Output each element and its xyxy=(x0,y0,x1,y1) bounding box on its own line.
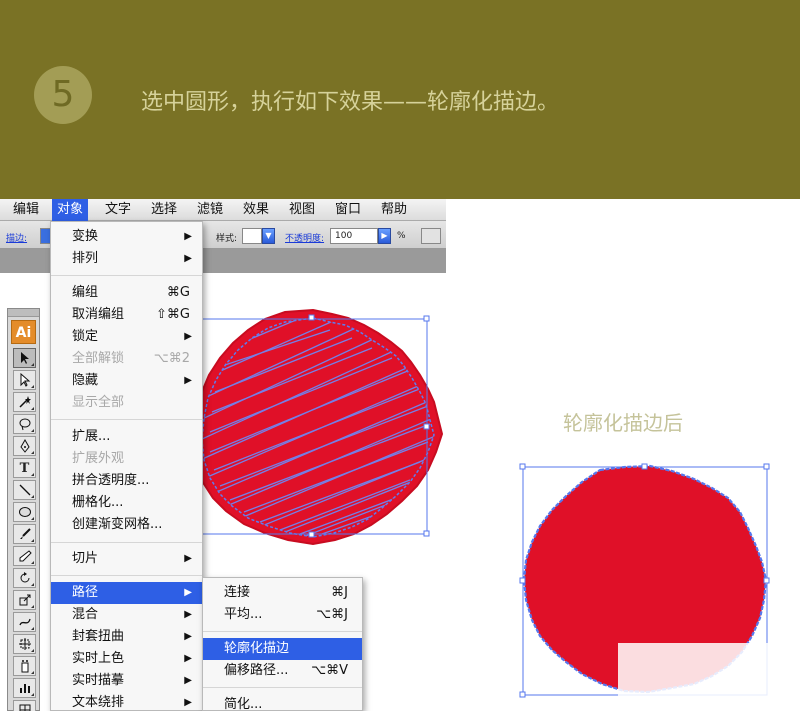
submenu-arrow-icon: ▶ xyxy=(184,375,192,386)
submenu-arrow-icon: ▶ xyxy=(184,631,192,642)
menu-item-show-all: 显示全部 xyxy=(72,395,125,410)
submenu-arrow-icon: ▶ xyxy=(184,253,192,264)
after-outline-label: 轮廓化描边后 xyxy=(563,411,683,435)
mesh-tool-icon[interactable] xyxy=(13,700,36,711)
menu-item-hide[interactable]: 隐藏 xyxy=(51,370,202,392)
before-shape[interactable] xyxy=(192,308,444,546)
menu-separator xyxy=(51,575,202,576)
shortcut-label: ⌥⌘V xyxy=(311,663,348,678)
shortcut-label: ⌥⌘J xyxy=(316,607,348,622)
type-tool-icon[interactable]: T xyxy=(13,458,36,478)
pen-tool-icon[interactable] xyxy=(13,436,36,456)
menu-item-rasterize[interactable]: 栅格化... xyxy=(51,492,202,514)
paintbrush-icon[interactable] xyxy=(13,524,36,544)
symbol-sprayer-icon[interactable] xyxy=(13,656,36,676)
menu-item-envelope-distort[interactable]: 封套扭曲 xyxy=(51,626,202,648)
object-menu: 变换 ▶ 排列 ▶ 编组 ⌘G 取消编组 ⇧⌘G 锁定 ▶ 全部解锁 ⌥⌘2 隐… xyxy=(50,221,203,711)
shortcut-label: ⌘J xyxy=(331,585,348,600)
tools-palette: Ai T xyxy=(7,308,40,711)
menu-item-path[interactable]: 路径 xyxy=(51,582,202,604)
menu-item-live-paint[interactable]: 实时上色 xyxy=(51,648,202,670)
menu-item-flatten-transparency[interactable]: 拼合透明度... xyxy=(51,470,202,492)
graph-tool-icon[interactable] xyxy=(13,678,36,698)
menu-item-expand-appearance: 扩展外观 xyxy=(72,451,125,466)
menu-separator xyxy=(51,542,202,543)
menu-item-slice[interactable]: 切片 xyxy=(51,548,202,570)
path-submenu: 连接 ⌘J 平均... ⌥⌘J 轮廓化描边 偏移路径... ⌥⌘V 简化... xyxy=(202,577,363,711)
menu-separator xyxy=(51,275,202,276)
submenu-arrow-icon: ▶ xyxy=(184,587,192,598)
menu-item-transform[interactable]: 变换 xyxy=(51,226,202,248)
submenu-item-simplify[interactable]: 简化... xyxy=(203,694,362,711)
submenu-arrow-icon: ▶ xyxy=(184,653,192,664)
palette-grip[interactable] xyxy=(8,309,39,317)
submenu-arrow-icon: ▶ xyxy=(184,675,192,686)
shortcut-label: ⇧⌘G xyxy=(156,307,190,322)
submenu-arrow-icon: ▶ xyxy=(184,331,192,342)
pencil-icon[interactable] xyxy=(13,546,36,566)
submenu-arrow-icon: ▶ xyxy=(184,609,192,620)
submenu-arrow-icon: ▶ xyxy=(184,697,192,708)
menu-item-create-gradient-mesh[interactable]: 创建渐变网格... xyxy=(51,514,202,536)
scale-tool-icon[interactable] xyxy=(13,590,36,610)
watermark-overlay xyxy=(618,643,800,711)
menu-separator xyxy=(51,419,202,420)
submenu-item-outline-stroke[interactable]: 轮廓化描边 xyxy=(203,638,362,660)
free-transform-icon[interactable] xyxy=(13,634,36,654)
selection-tool-icon[interactable] xyxy=(13,348,36,368)
line-tool-icon[interactable] xyxy=(13,480,36,500)
menu-item-blend[interactable]: 混合 xyxy=(51,604,202,626)
menu-separator xyxy=(203,687,362,688)
menu-item-expand[interactable]: 扩展... xyxy=(51,426,202,448)
menu-item-live-trace[interactable]: 实时描摹 xyxy=(51,670,202,692)
warp-tool-icon[interactable] xyxy=(13,612,36,632)
menu-item-arrange[interactable]: 排列 xyxy=(51,248,202,270)
ai-logo: Ai xyxy=(11,320,36,344)
menu-item-text-wrap[interactable]: 文本绕排 xyxy=(51,692,202,711)
menu-separator xyxy=(203,631,362,632)
submenu-arrow-icon: ▶ xyxy=(184,231,192,242)
shortcut-label: ⌘G xyxy=(166,285,190,300)
magic-wand-icon[interactable] xyxy=(13,392,36,412)
direct-selection-tool-icon[interactable] xyxy=(13,370,36,390)
submenu-arrow-icon: ▶ xyxy=(184,553,192,564)
shortcut-label: ⌥⌘2 xyxy=(153,351,190,366)
menu-item-lock[interactable]: 锁定 xyxy=(51,326,202,348)
lasso-icon[interactable] xyxy=(13,414,36,434)
ellipse-tool-icon[interactable] xyxy=(13,502,36,522)
rotate-tool-icon[interactable] xyxy=(13,568,36,588)
